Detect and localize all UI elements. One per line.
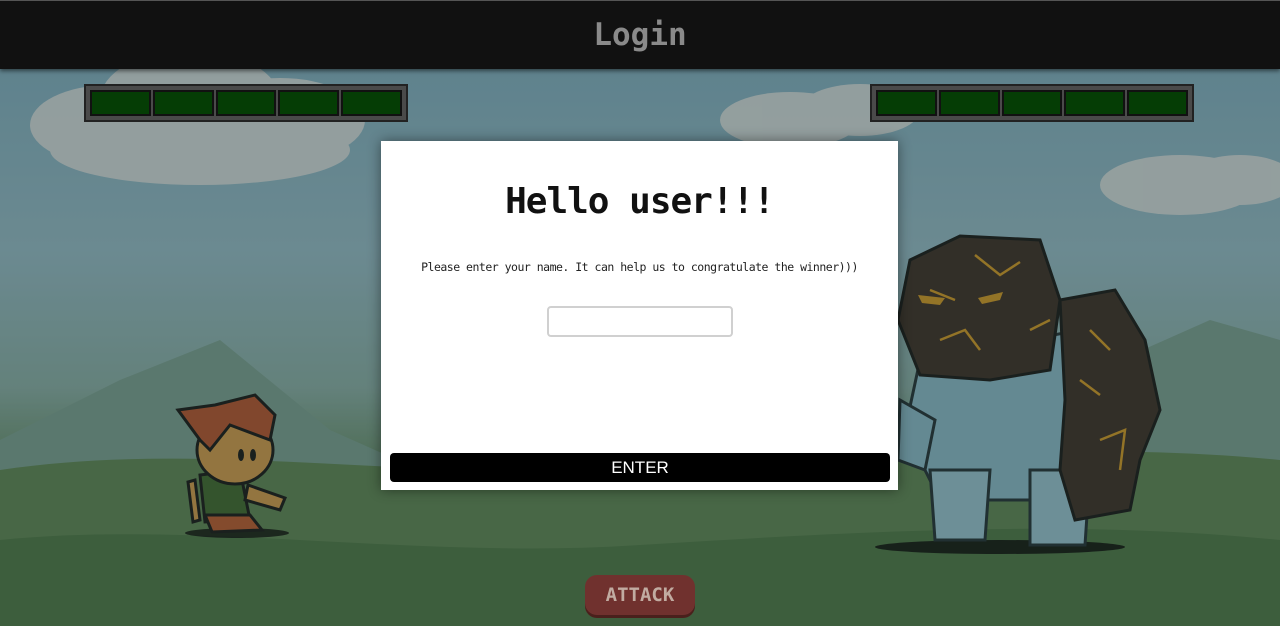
game-scene: Login ATTACK Hello user!!! Please enter … (0, 0, 1280, 626)
player-health-segment (341, 90, 402, 116)
page-title: Login (593, 17, 687, 53)
attack-button[interactable]: ATTACK (585, 575, 695, 615)
enemy-health-segment (1064, 90, 1126, 116)
player-health-segment (90, 90, 151, 116)
player-health-bar (84, 84, 408, 122)
enemy-health-segment (1001, 90, 1063, 116)
modal-message: Please enter your name. It can help us t… (421, 260, 858, 274)
enter-button[interactable]: ENTER (390, 453, 890, 482)
enemy-health-bar (870, 84, 1194, 122)
enemy-health-segment (938, 90, 1000, 116)
top-bar: Login (0, 0, 1280, 69)
enemy-health-segment (876, 90, 937, 116)
player-health-segment (215, 90, 277, 116)
login-modal: Hello user!!! Please enter your name. It… (381, 141, 898, 490)
player-health-segment (152, 90, 214, 116)
player-health-segment (278, 90, 340, 116)
enemy-health-segment (1127, 90, 1188, 116)
name-input[interactable] (547, 306, 733, 337)
modal-heading: Hello user!!! (505, 181, 775, 222)
